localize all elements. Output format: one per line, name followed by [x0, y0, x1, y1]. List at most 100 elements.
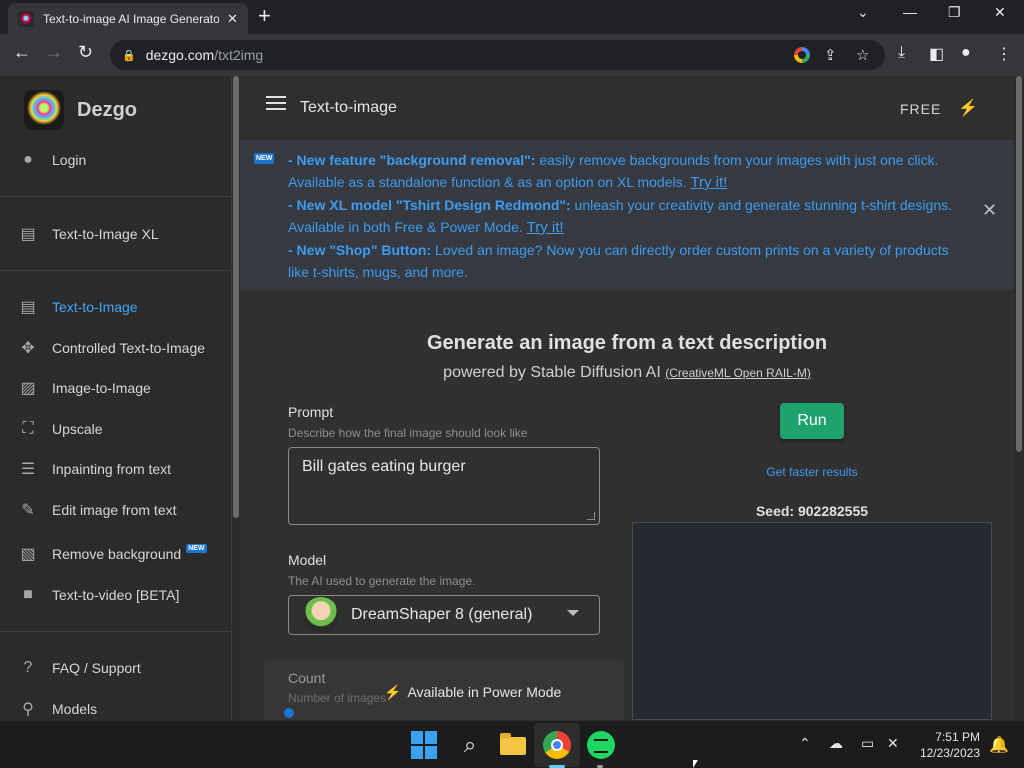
account-icon: ●	[23, 151, 33, 168]
sidebar-item-models[interactable]: ⚲ Models	[16, 697, 97, 720]
back-icon[interactable]: ←	[13, 42, 31, 63]
hero-subtitle: powered by Stable Diffusion AI (Creative…	[240, 364, 1014, 382]
new-tab-button[interactable]: +	[258, 5, 271, 27]
power-mode-notice[interactable]: ⚡ Available in Power Mode	[384, 684, 561, 701]
sidebar-item-login[interactable]: ● Login	[16, 148, 86, 172]
close-window-icon[interactable]: ✕	[994, 4, 1006, 21]
sidebar-item-edit-image[interactable]: ✎ Edit image from text	[16, 498, 177, 522]
sidebar-item-label: FAQ / Support	[52, 660, 141, 676]
network-icon[interactable]: ▭	[861, 735, 874, 752]
tab-title: Text-to-image AI Image Generator	[43, 11, 219, 26]
upscale-icon: ⛶	[22, 420, 34, 437]
sidebar-item-inpainting[interactable]: ☰ Inpainting from text	[16, 457, 171, 481]
tab-search-icon[interactable]: ⌄	[857, 4, 869, 21]
reload-icon[interactable]: ↻	[78, 42, 93, 63]
power-mode-bolt-icon[interactable]: ⚡	[958, 98, 978, 118]
browser-tab[interactable]: Text-to-image AI Image Generator ✕	[8, 3, 248, 34]
sidebar-divider	[0, 270, 231, 271]
sidebar: Dezgo ● Login ▤ Text-to-Image XL ▤ Text-…	[0, 76, 232, 720]
video-icon: ■	[23, 586, 33, 603]
count-label: Count	[288, 670, 326, 686]
model-select[interactable]: DreamShaper 8 (general)	[288, 595, 600, 635]
sidebar-item-label: Login	[52, 152, 87, 168]
profile-icon[interactable]: ●	[961, 44, 971, 62]
spotify-icon[interactable]	[587, 731, 615, 759]
notification-bell-icon[interactable]: 🔔	[989, 735, 1009, 755]
hamburger-menu-icon[interactable]	[266, 96, 286, 114]
hero-subtitle-text: powered by Stable Diffusion AI	[443, 364, 666, 381]
page-title: Text-to-image	[300, 99, 397, 116]
power-mode-text: Available in Power Mode	[407, 684, 562, 700]
model-help: The AI used to generate the image.	[288, 574, 476, 588]
sidebar-item-label: Upscale	[52, 421, 103, 437]
run-button[interactable]: Run	[780, 403, 844, 439]
model-value: DreamShaper 8 (general)	[351, 606, 533, 623]
license-link[interactable]: (CreativeML Open RAIL-M)	[665, 366, 811, 380]
count-slider-thumb[interactable]	[284, 708, 294, 718]
try-it-link[interactable]: Try it!	[527, 219, 564, 236]
model-label: Model	[288, 552, 327, 568]
address-bar[interactable]: 🔒 dezgo.com/txt2img ⇪ ☆	[110, 40, 885, 70]
main-scrollbar-thumb[interactable]	[1016, 76, 1022, 452]
tab-close-icon[interactable]: ✕	[227, 11, 238, 27]
sidebar-item-upscale[interactable]: ⛶ Upscale	[16, 417, 103, 441]
try-it-link[interactable]: Try it!	[690, 174, 727, 191]
count-help: Number of images	[288, 691, 387, 705]
forward-icon[interactable]: →	[45, 42, 63, 63]
announcement-text: - New feature "background removal": easi…	[288, 149, 958, 283]
file-explorer-icon[interactable]	[499, 731, 527, 759]
windows-start-icon[interactable]	[411, 731, 439, 759]
system-clock[interactable]: 7:51 PM 12/23/2023	[912, 729, 980, 761]
sidebar-scrollbar[interactable]	[232, 76, 240, 720]
minimize-icon[interactable]: —	[903, 4, 917, 20]
sidebar-item-text-to-video[interactable]: ■ Text-to-video [BETA]	[16, 583, 179, 607]
announcement-line3-title: - New "Shop" Button:	[288, 242, 432, 258]
sidebar-item-label: Edit image from text	[52, 502, 177, 518]
sidebar-item-faq[interactable]: ? FAQ / Support	[16, 656, 141, 680]
sidebar-item-label: Inpainting from text	[52, 461, 172, 477]
restore-icon[interactable]: ❐	[948, 4, 961, 21]
bookmark-star-icon[interactable]: ☆	[856, 46, 869, 64]
announcement-line2-title: - New XL model "Tshirt Design Redmond":	[288, 197, 571, 213]
prompt-input[interactable]: Bill gates eating burger	[288, 447, 600, 525]
chat-icon: ▤	[20, 299, 36, 316]
side-panel-icon[interactable]: ◧	[929, 44, 944, 64]
resize-handle-icon[interactable]	[587, 512, 595, 520]
google-lens-icon[interactable]	[794, 47, 810, 63]
tray-chevron-up-icon[interactable]: ⌃	[799, 735, 811, 752]
dezgo-app: Dezgo ● Login ▤ Text-to-Image XL ▤ Text-…	[0, 76, 1024, 720]
clock-time: 7:51 PM	[935, 730, 980, 744]
brand-name: Dezgo	[77, 98, 137, 121]
lock-icon[interactable]: 🔒	[122, 49, 136, 62]
main-content: Text-to-image FREE ⚡ NEW - New feature "…	[240, 76, 1014, 720]
generated-image[interactable]	[632, 522, 992, 720]
brand[interactable]: Dezgo	[24, 90, 137, 130]
new-badge: NEW	[254, 153, 275, 164]
sidebar-item-controlled-text-to-image[interactable]: ✥ Controlled Text-to-Image	[16, 336, 205, 360]
download-icon[interactable]: ⤓	[898, 44, 905, 62]
new-badge: NEW	[186, 543, 207, 553]
prompt-help: Describe how the final image should look…	[288, 426, 528, 440]
clock-date: 12/23/2023	[919, 746, 980, 760]
menu-kebab-icon[interactable]: ⋮	[996, 44, 1012, 64]
faster-results-link[interactable]: Get faster results	[710, 465, 914, 479]
search-icon[interactable]: ⌕	[456, 731, 484, 759]
sidebar-item-label: Models	[52, 701, 98, 717]
sidebar-item-image-to-image[interactable]: ▨ Image-to-Image	[16, 376, 150, 400]
close-icon[interactable]: ✕	[982, 200, 997, 221]
sidebar-divider	[0, 196, 231, 197]
dezgo-logo	[24, 90, 64, 130]
sidebar-item-remove-background[interactable]: ▧ Remove background NEW	[16, 542, 207, 566]
volume-muted-icon[interactable]: ✕	[887, 735, 899, 752]
sidebar-item-text-to-image-xl[interactable]: ▤ Text-to-Image XL	[16, 222, 158, 246]
move-icon: ✥	[21, 340, 35, 357]
share-icon[interactable]: ⇪	[824, 46, 837, 64]
sidebar-item-text-to-image[interactable]: ▤ Text-to-Image	[16, 295, 137, 319]
main-scrollbar[interactable]	[1014, 76, 1024, 720]
chrome-icon[interactable]	[543, 731, 571, 759]
plan-free-button[interactable]: FREE	[900, 101, 941, 117]
dezgo-favicon-icon	[18, 10, 34, 27]
prompt-value: Bill gates eating burger	[302, 458, 466, 475]
onedrive-icon[interactable]: ☁	[829, 735, 843, 752]
sidebar-scrollbar-thumb[interactable]	[233, 76, 239, 518]
